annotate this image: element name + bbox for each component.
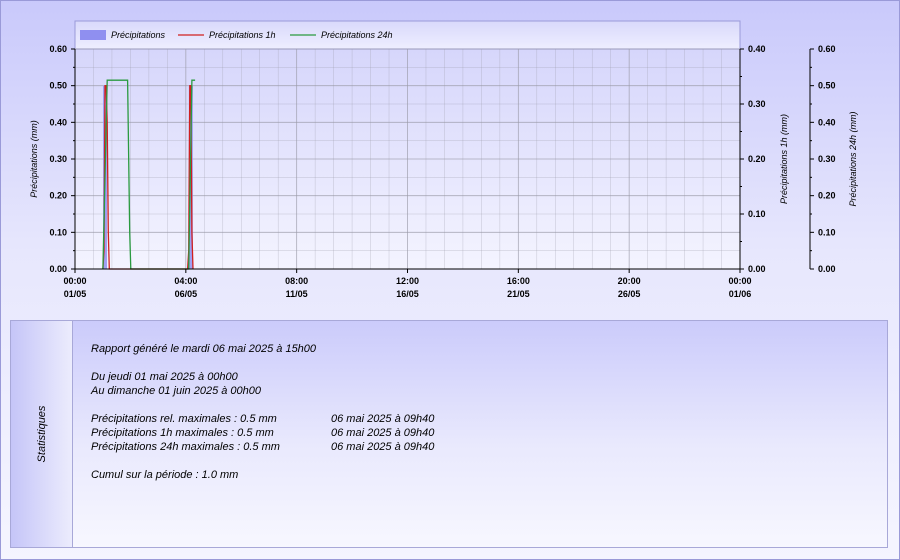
- y-tick-label: 0.50: [49, 81, 67, 91]
- statistics-content: Rapport généré le mardi 06 mai 2025 à 15…: [91, 342, 434, 482]
- stat-label: Précipitations 1h maximales : 0.5 mm: [91, 427, 274, 439]
- y-tick-label: 0.10: [49, 227, 67, 237]
- y-tick-label: 0.10: [748, 209, 766, 219]
- x-tick-label-time: 20:00: [618, 276, 641, 286]
- y-tick-label: 0.30: [49, 154, 67, 164]
- y-tick-label: 0.40: [748, 44, 766, 54]
- stat-label: Précipitations rel. maximales : 0.5 mm: [91, 413, 277, 425]
- x-tick-label-date: 11/05: [286, 289, 308, 299]
- y-tick-label: 0.30: [818, 154, 836, 164]
- legend-label: Précipitations: [111, 30, 166, 40]
- period-from: Du jeudi 01 mai 2025 à 00h00: [91, 371, 238, 383]
- x-tick-label-time: 00:00: [728, 276, 751, 286]
- legend-label: Précipitations 24h: [321, 30, 393, 40]
- legend-box: [74, 20, 741, 50]
- x-tick-label-date: 01/06: [729, 289, 752, 299]
- stat-row-rel: Précipitations rel. maximales : 0.5 mm 0…: [91, 412, 434, 426]
- stat-label: Précipitations 24h maximales : 0.5 mm: [91, 441, 280, 453]
- period-to: Au dimanche 01 juin 2025 à 00h00: [91, 385, 262, 397]
- y-tick-label: 0.20: [818, 191, 836, 201]
- y-tick-label: 0.60: [818, 44, 836, 54]
- x-tick-label-time: 16:00: [507, 276, 530, 286]
- stat-row-24h: Précipitations 24h maximales : 0.5 mm 06…: [91, 440, 434, 454]
- stat-date: 06 mai 2025 à 09h40: [331, 413, 435, 425]
- y-tick-label: 0.40: [818, 117, 836, 127]
- x-tick-label-time: 12:00: [396, 276, 419, 286]
- y-axis-title: Précipitations 1h (mm): [779, 114, 789, 204]
- legend-swatch: [80, 30, 106, 40]
- y-tick-label: 0.00: [818, 264, 836, 274]
- statistics-panel: Statistiques Rapport généré le mardi 06 …: [10, 320, 888, 548]
- y-axis-title: Précipitations (mm): [29, 120, 39, 198]
- stat-row-1h: Précipitations 1h maximales : 0.5 mm 06 …: [91, 426, 434, 440]
- y-tick-label: 0.60: [49, 44, 67, 54]
- x-tick-label-date: 16/05: [396, 289, 419, 299]
- legend: Précipitations Précipitations 1h Précipita…: [80, 30, 393, 40]
- y-tick-label: 0.50: [818, 81, 836, 91]
- x-tick-label-date: 21/05: [507, 289, 530, 299]
- statistics-title: Statistiques: [36, 405, 48, 463]
- report-generated: Rapport généré le mardi 06 mai 2025 à 15…: [91, 343, 317, 355]
- x-tick-label-time: 04:00: [174, 276, 197, 286]
- legend-label: Précipitations 1h: [209, 30, 276, 40]
- cumul-total: Cumul sur la période : 1.0 mm: [91, 469, 239, 481]
- y-tick-label: 0.00: [49, 264, 67, 274]
- x-tick-label-time: 00:00: [63, 276, 86, 286]
- y-tick-label: 0.40: [49, 117, 67, 127]
- y-tick-label: 0.10: [818, 227, 836, 237]
- x-tick-label-time: 08:00: [285, 276, 308, 286]
- statistics-side-tab: Statistiques: [11, 321, 73, 547]
- y-axis-title: Précipitations 24h (mm): [848, 111, 858, 206]
- y-tick-label: 0.20: [748, 154, 766, 164]
- x-tick-label-date: 06/05: [175, 289, 198, 299]
- y-tick-label: 0.20: [49, 191, 67, 201]
- y-tick-label: 0.30: [748, 99, 766, 109]
- x-tick-label-date: 26/05: [618, 289, 641, 299]
- x-tick-label-date: 01/05: [64, 289, 87, 299]
- stat-date: 06 mai 2025 à 09h40: [331, 427, 435, 439]
- y-tick-label: 0.00: [748, 264, 766, 274]
- precipitation-chart: 00:00 01/05 04:00 06/05 08:00 11/05 12:00 16/05…: [29, 20, 858, 299]
- stat-date: 06 mai 2025 à 09h40: [331, 441, 435, 453]
